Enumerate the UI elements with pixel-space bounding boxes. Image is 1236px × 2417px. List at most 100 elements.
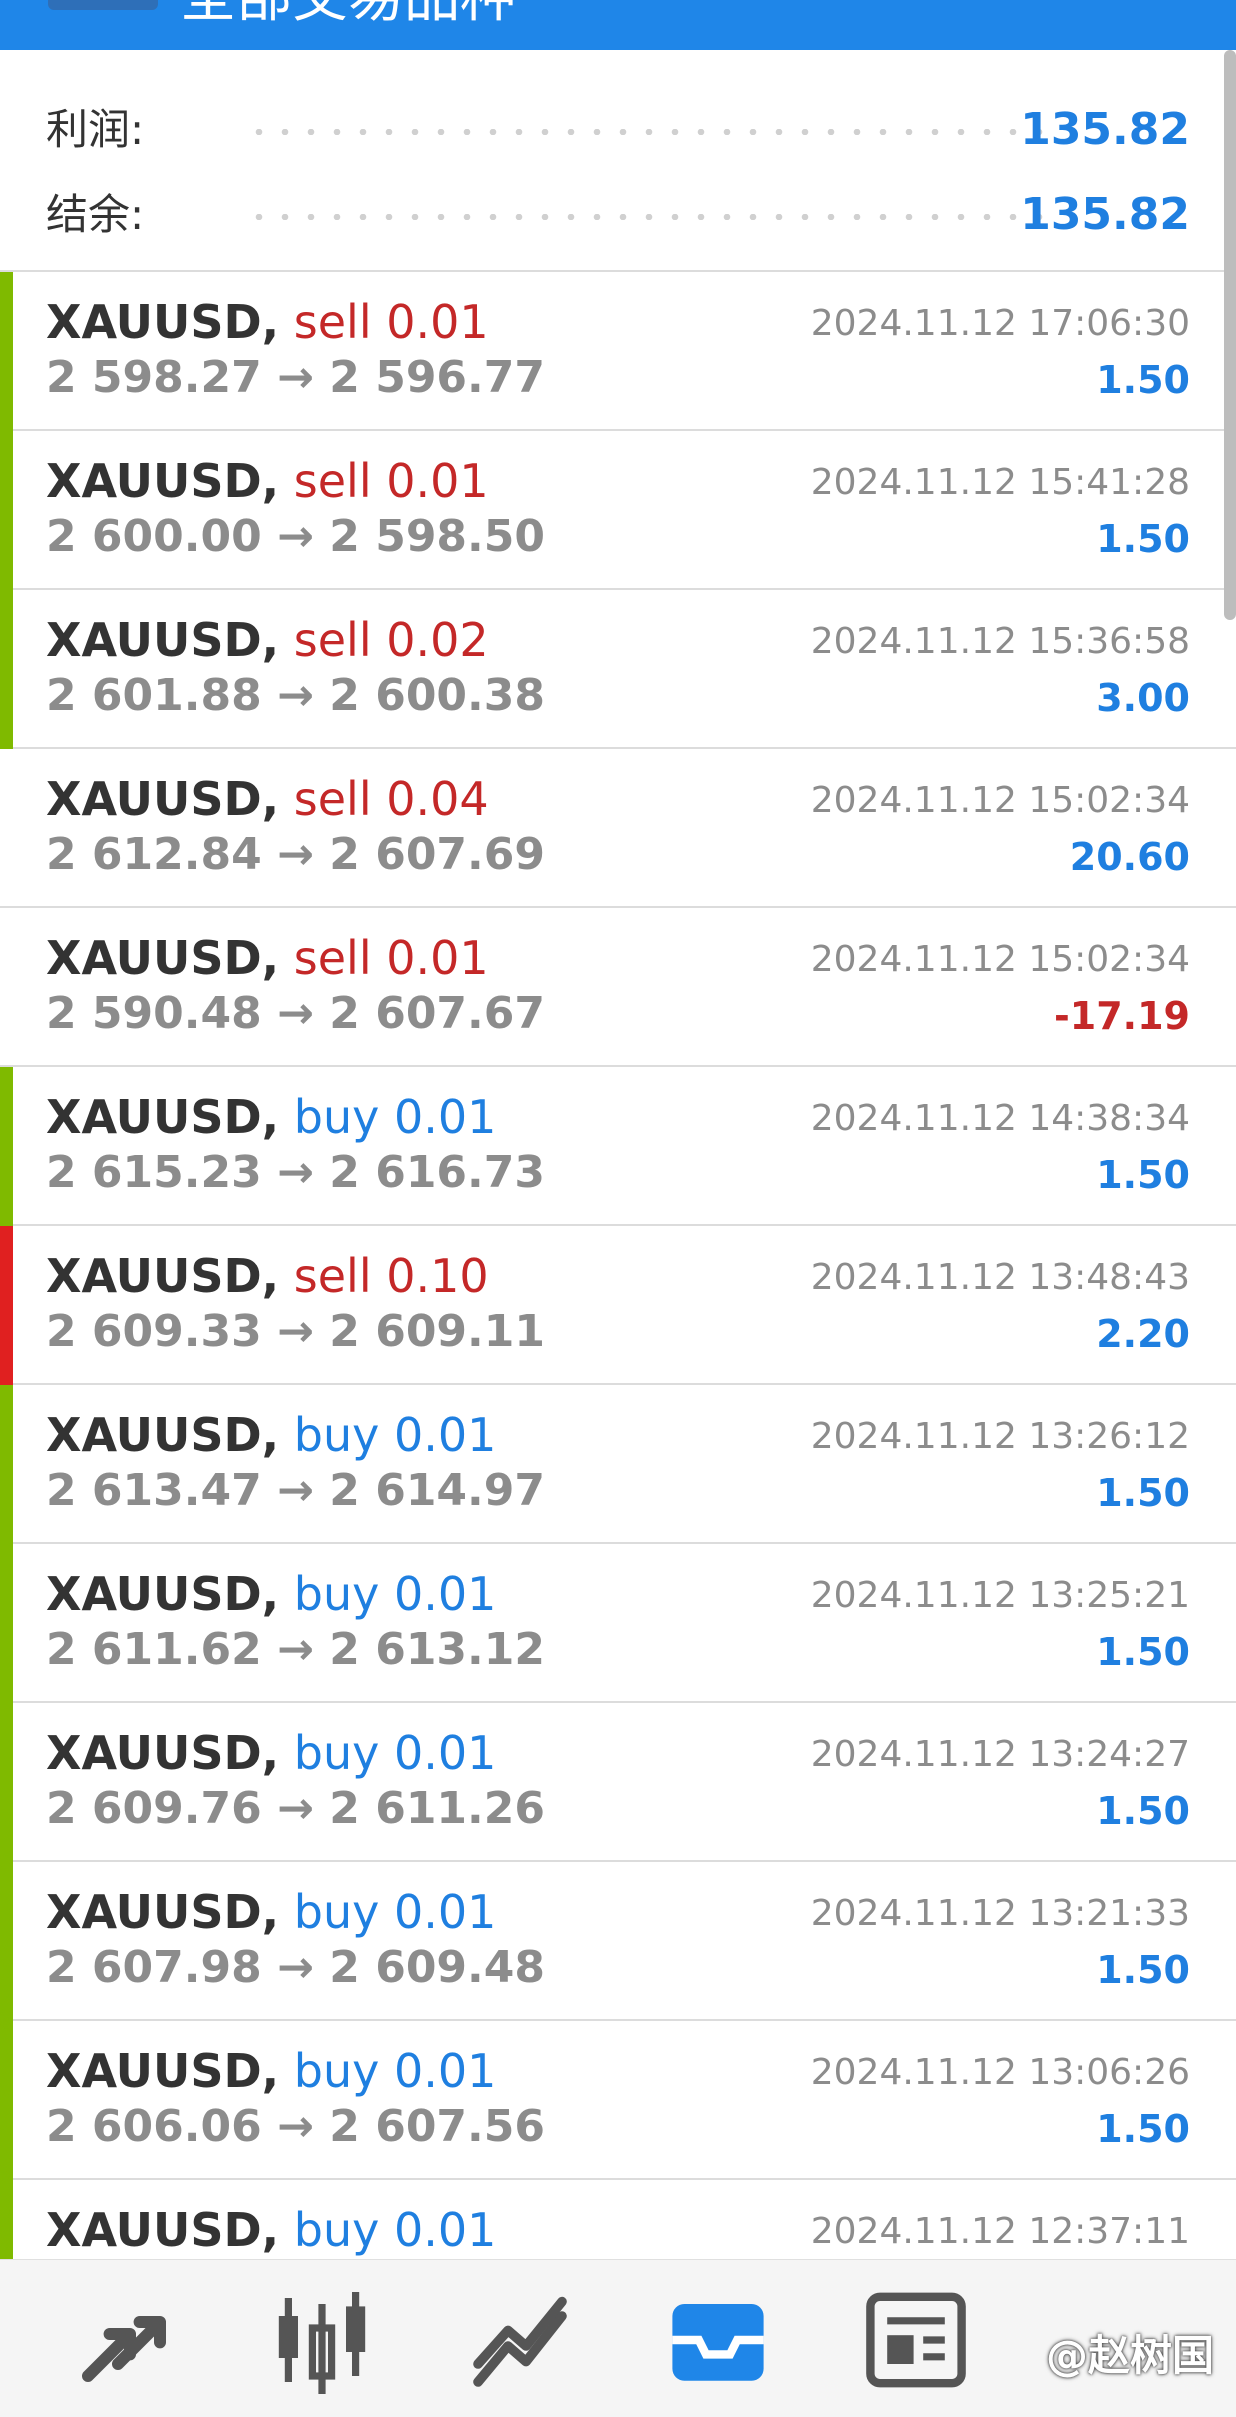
trade-row[interactable]: XAUUSD, buy 0.01 2 611.62 → 2 613.12 2024.…	[0, 1544, 1236, 1703]
news-icon[interactable]	[856, 2280, 976, 2400]
trade-side: sell	[293, 454, 372, 508]
trade-lots: 0.01	[393, 1726, 497, 1780]
trade-status-bar	[0, 272, 13, 431]
close-price: 2 607.56	[329, 2101, 545, 2152]
trade-price-line: 2 601.88 → 2 600.38	[46, 668, 545, 724]
trade-symbol: XAUUSD,	[46, 1090, 280, 1144]
trade-row[interactable]: XAUUSD, sell 0.04 2 612.84 → 2 607.69 2024…	[0, 749, 1236, 908]
trade-status-bar	[0, 2021, 13, 2180]
trade-row[interactable]: XAUUSD, sell 0.01 2 590.48 → 2 607.67 2024…	[0, 908, 1236, 1067]
bottom-nav: @赵树国	[0, 2259, 1236, 2417]
trade-profit: 1.50	[1096, 1789, 1190, 1833]
trade-row[interactable]: XAUUSD, sell 0.10 2 609.33 → 2 609.11 2024…	[0, 1226, 1236, 1385]
close-price: 2 613.12	[329, 1624, 545, 1675]
trade-symbol-line: XAUUSD, buy 0.01	[46, 1725, 496, 1781]
trade-symbol-line: XAUUSD, sell 0.02	[46, 612, 489, 668]
trade-row[interactable]: XAUUSD, sell 0.01 2 598.27 → 2 596.77 2024…	[0, 272, 1236, 431]
trade-side: buy	[293, 1726, 380, 1780]
trade-symbol-line: XAUUSD, buy 0.01	[46, 1407, 496, 1463]
trend-chart-icon[interactable]	[460, 2280, 580, 2400]
trade-status-bar	[0, 1862, 13, 2021]
trade-row[interactable]: XAUUSD, sell 0.01 2 600.00 → 2 598.50 2024…	[0, 431, 1236, 590]
profit-label: 利润:	[46, 105, 145, 154]
arrow-right-icon: →	[277, 670, 314, 721]
arrow-right-icon: →	[277, 1942, 314, 1993]
trade-price-line: 2 611.62 → 2 613.12	[46, 1622, 545, 1678]
close-price: 2 609.48	[329, 1942, 545, 1993]
candlestick-chart-icon[interactable]	[262, 2280, 382, 2400]
app-header: 全部交易品种	[0, 0, 1236, 50]
trade-price-line: 2 600.00 → 2 598.50	[46, 509, 545, 565]
trade-time: 2024.11.12 13:25:21	[810, 1575, 1190, 1616]
trade-status-bar	[0, 431, 13, 590]
trade-lots: 0.10	[386, 1249, 489, 1303]
trade-profit: 2.20	[1096, 1312, 1190, 1356]
trade-symbol-line: XAUUSD, buy 0.01	[46, 2202, 496, 2258]
trade-row[interactable]: XAUUSD, buy 0.01 2 609.76 → 2 611.26 2024.…	[0, 1703, 1236, 1862]
scrollbar[interactable]	[1224, 50, 1236, 620]
trade-lots: 0.01	[393, 2203, 497, 2257]
open-price: 2 611.62	[46, 1624, 262, 1675]
trade-symbol-line: XAUUSD, sell 0.10	[46, 1248, 489, 1304]
close-price: 2 596.77	[329, 352, 545, 403]
trade-lots: 0.02	[386, 613, 489, 667]
page-title: 全部交易品种	[180, 0, 516, 34]
close-price: 2 600.38	[329, 670, 545, 721]
dotted-leader	[246, 214, 1046, 220]
open-price: 2 590.48	[46, 988, 262, 1039]
arrow-right-icon: →	[277, 2101, 314, 2152]
balance-label: 结余:	[46, 190, 145, 239]
trade-profit: 1.50	[1096, 1153, 1190, 1197]
open-price: 2 615.23	[46, 1147, 262, 1198]
trade-side: buy	[293, 1408, 380, 1462]
trade-profit: 1.50	[1096, 517, 1190, 561]
balance-row: 结余: 135.82	[46, 180, 1190, 250]
trade-row[interactable]: XAUUSD, sell 0.02 2 601.88 → 2 600.38 2024…	[0, 590, 1236, 749]
trade-status-bar	[0, 1703, 13, 1862]
trade-price-line: 2 609.33 → 2 609.11	[46, 1304, 545, 1360]
trade-side: buy	[293, 1090, 380, 1144]
trade-symbol: XAUUSD,	[46, 613, 280, 667]
trade-time: 2024.11.12 14:38:34	[810, 1098, 1190, 1139]
trade-price-line: 2 615.23 → 2 616.73	[46, 1145, 545, 1201]
trade-lots: 0.01	[386, 295, 489, 349]
open-price: 2 609.76	[46, 1783, 262, 1834]
trade-row[interactable]: XAUUSD, buy 0.01 2 607.98 → 2 609.48 2024.…	[0, 1862, 1236, 2021]
trade-symbol-line: XAUUSD, buy 0.01	[46, 2043, 496, 2099]
menu-icon[interactable]	[48, 0, 158, 10]
trade-symbol-line: XAUUSD, sell 0.01	[46, 930, 489, 986]
arrow-right-icon: →	[277, 988, 314, 1039]
trade-symbol-line: XAUUSD, buy 0.01	[46, 1566, 496, 1622]
trade-side: buy	[293, 1567, 380, 1621]
trade-symbol: XAUUSD,	[46, 1726, 280, 1780]
watermark-text: @赵树国	[1045, 2331, 1214, 2380]
trade-profit: -17.19	[1054, 994, 1190, 1038]
trade-row[interactable]: XAUUSD, buy 0.01 2 615.23 → 2 616.73 2024.…	[0, 1067, 1236, 1226]
trade-time: 2024.11.12 13:24:27	[810, 1734, 1190, 1775]
history-inbox-icon[interactable]	[658, 2280, 778, 2400]
trade-lots: 0.01	[393, 2044, 497, 2098]
trade-symbol-line: XAUUSD, buy 0.01	[46, 1884, 496, 1940]
arrow-right-icon: →	[277, 1306, 314, 1357]
trade-side: sell	[293, 931, 372, 985]
trade-symbol: XAUUSD,	[46, 1249, 280, 1303]
trade-price-line: 2 612.84 → 2 607.69	[46, 827, 545, 883]
trade-profit: 1.50	[1096, 1471, 1190, 1515]
trade-lots: 0.01	[393, 1885, 497, 1939]
trade-price-line: 2 606.06 → 2 607.56	[46, 2099, 545, 2155]
quotes-arrows-icon[interactable]	[64, 2280, 184, 2400]
open-price: 2 600.00	[46, 511, 262, 562]
trade-lots: 0.04	[386, 772, 489, 826]
trade-symbol: XAUUSD,	[46, 931, 280, 985]
trade-price-line: 2 613.47 → 2 614.97	[46, 1463, 545, 1519]
arrow-right-icon: →	[277, 1147, 314, 1198]
trade-time: 2024.11.12 17:06:30	[810, 303, 1190, 344]
trade-row[interactable]: XAUUSD, buy 0.01 2 613.47 → 2 614.97 2024.…	[0, 1385, 1236, 1544]
profit-row: 利润: 135.82	[46, 95, 1190, 165]
arrow-right-icon: →	[277, 352, 314, 403]
trade-lots: 0.01	[393, 1090, 497, 1144]
trade-price-line: 2 607.98 → 2 609.48	[46, 1940, 545, 1996]
trade-symbol: XAUUSD,	[46, 1567, 280, 1621]
trade-symbol: XAUUSD,	[46, 2203, 280, 2257]
trade-row[interactable]: XAUUSD, buy 0.01 2 606.06 → 2 607.56 2024.…	[0, 2021, 1236, 2180]
